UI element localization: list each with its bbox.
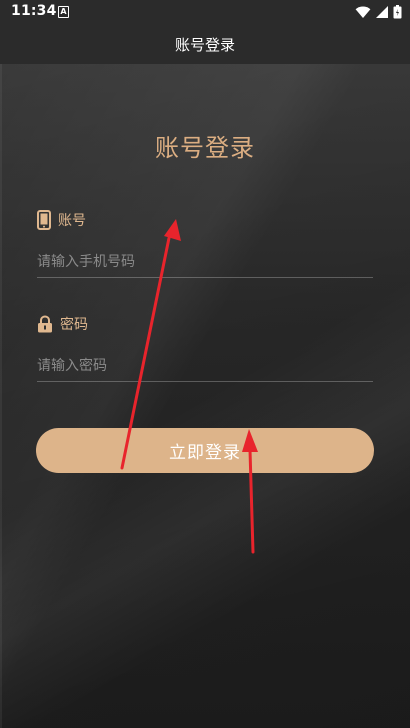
login-screen: 11:34 A 账号登录 账号登录 账号 请输入手机号码 密码 立即登录 [0,0,410,728]
lock-icon [38,315,52,333]
account-label: 账号 [58,213,86,229]
status-icons [355,4,402,20]
signal-icon [376,6,388,18]
wifi-icon [355,6,371,18]
password-label-row: 密码 [37,313,373,335]
phone-input[interactable] [37,247,373,278]
notification-a-icon: A [58,6,69,18]
password-input[interactable] [37,351,373,382]
password-label: 密码 [60,317,88,333]
battery-icon [393,5,402,19]
password-field: 密码 [37,313,373,382]
title-bar: 账号登录 [0,24,410,64]
edge-strip [0,64,2,728]
phone-icon [37,210,51,230]
account-label-row: 账号 [37,209,373,231]
status-bar: 11:34 A [0,0,410,24]
login-button[interactable]: 立即登录 [36,428,374,473]
status-time: 11:34 [11,3,57,19]
account-field: 账号 [37,209,373,278]
background [0,64,410,728]
form-title: 账号登录 [155,134,255,162]
page-title: 账号登录 [174,36,235,54]
